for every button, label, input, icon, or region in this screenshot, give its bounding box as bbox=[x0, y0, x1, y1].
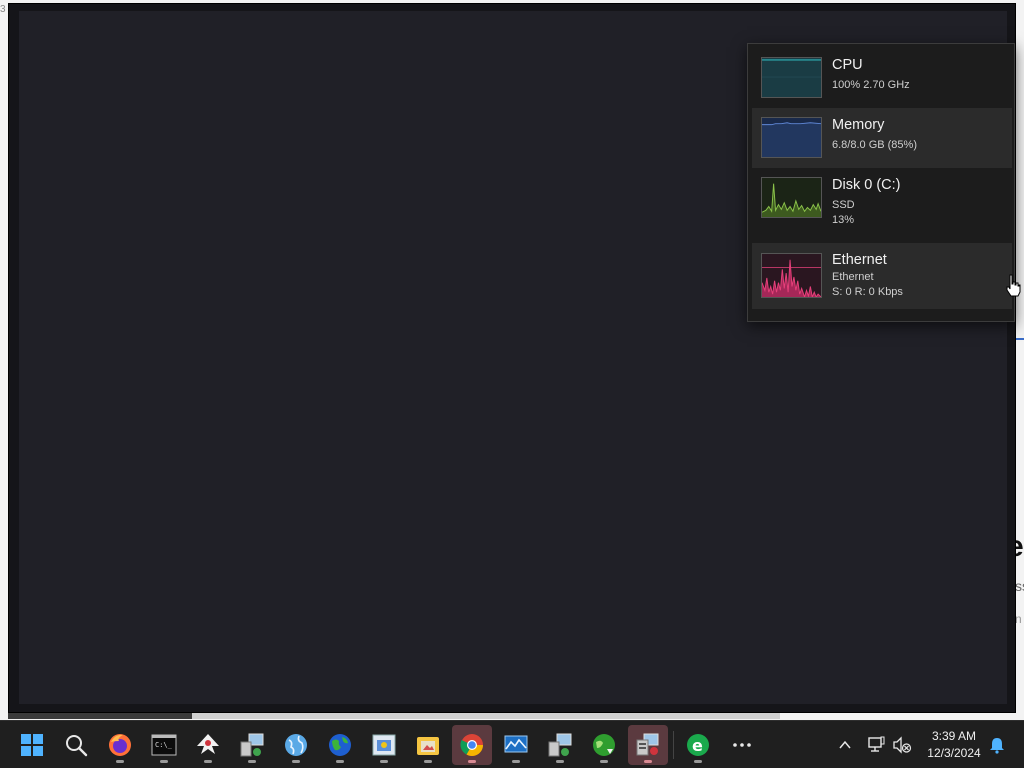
perf-item-detail: Ethernet bbox=[832, 271, 874, 283]
terminal-icon: C:\_ bbox=[151, 734, 177, 756]
running-indicator bbox=[556, 760, 564, 763]
running-indicator bbox=[292, 760, 300, 763]
start-button[interactable] bbox=[12, 725, 52, 765]
edge-legacy-icon: e bbox=[687, 734, 709, 756]
search-button[interactable] bbox=[56, 725, 96, 765]
system-clock[interactable]: 3:39 AM 12/3/2024 bbox=[918, 728, 990, 762]
start-icon bbox=[21, 734, 43, 756]
running-indicator bbox=[336, 760, 344, 763]
world-globe-icon bbox=[329, 734, 351, 756]
background-text-fragment: n bbox=[1015, 612, 1022, 626]
taskbar-app-world-globe[interactable] bbox=[320, 725, 360, 765]
network-computer-icon bbox=[548, 733, 572, 757]
perf-item-memory[interactable]: Memory 6.8/8.0 GB (85%) bbox=[752, 108, 1012, 168]
clock-date: 12/3/2024 bbox=[927, 746, 981, 760]
taskbar-app-chrome[interactable] bbox=[452, 725, 492, 765]
taskbar-app-monitor-graph[interactable] bbox=[496, 725, 536, 765]
running-indicator bbox=[248, 760, 256, 763]
taskbar-app-terminal[interactable]: C:\_ bbox=[144, 725, 184, 765]
running-indicator bbox=[694, 760, 702, 763]
perf-item-ethernet[interactable]: Ethernet Ethernet S: 0 R: 0 Kbps bbox=[752, 243, 1012, 309]
taskbar-app-firefox[interactable] bbox=[100, 725, 140, 765]
task-manager-icon bbox=[636, 733, 659, 756]
perf-item-detail: 6.8/8.0 GB (85%) bbox=[832, 139, 917, 151]
firefox-icon bbox=[109, 734, 131, 756]
memory-graph bbox=[761, 117, 822, 158]
ethernet-graph bbox=[761, 253, 822, 298]
background-accent-line bbox=[1016, 338, 1024, 340]
running-indicator bbox=[424, 760, 432, 763]
taskbar-app-task-manager[interactable] bbox=[628, 725, 668, 765]
network-status-button[interactable] bbox=[864, 733, 888, 757]
cpu-graph bbox=[761, 57, 822, 98]
hand-cursor-icon bbox=[1005, 274, 1021, 298]
taskbar-app-remote-desktop[interactable] bbox=[232, 725, 272, 765]
show-hidden-icons-button[interactable] bbox=[833, 733, 857, 757]
taskbar-separator bbox=[673, 731, 674, 759]
taskbar-app-network-computer[interactable] bbox=[540, 725, 580, 765]
taskbar-app-folder-image[interactable] bbox=[408, 725, 448, 765]
perf-item-title: Memory bbox=[832, 117, 885, 133]
taskbar-app-edge-legacy[interactable]: e bbox=[678, 725, 718, 765]
taskbar-app-globe-connect[interactable] bbox=[584, 725, 624, 765]
svg-text:e: e bbox=[692, 736, 703, 755]
volume-button[interactable] bbox=[890, 733, 914, 757]
running-indicator bbox=[204, 760, 212, 763]
chrome-icon bbox=[460, 734, 483, 756]
running-indicator bbox=[600, 760, 608, 763]
background-text: 3 bbox=[0, 4, 6, 15]
chevron-up-icon bbox=[839, 740, 851, 749]
globe-browser-icon bbox=[285, 734, 307, 756]
perf-item-cpu[interactable]: CPU 100% 2.70 GHz bbox=[752, 48, 1012, 108]
globe-connect-icon bbox=[593, 734, 615, 756]
running-indicator bbox=[512, 760, 520, 763]
speaker-muted-icon bbox=[893, 736, 912, 754]
inkscape-icon bbox=[197, 734, 219, 754]
perf-item-disk[interactable]: Disk 0 (C:) SSD 13% bbox=[752, 168, 1012, 228]
bell-icon bbox=[990, 738, 1004, 754]
running-indicator bbox=[160, 760, 168, 763]
taskbar-app-globe-browser[interactable] bbox=[276, 725, 316, 765]
running-indicator bbox=[644, 760, 652, 763]
perf-item-detail: SSD bbox=[832, 199, 855, 211]
scrollbar-thumb[interactable] bbox=[8, 713, 192, 719]
taskbar: C:\_ e 3:39 AM 12/3/2024 bbox=[0, 720, 1024, 768]
remote-desktop-icon bbox=[240, 733, 264, 757]
background-text-fragment: ss bbox=[1015, 578, 1024, 594]
network-icon bbox=[868, 736, 885, 752]
taskbar-app-image-viewer[interactable] bbox=[364, 725, 404, 765]
folder-image-icon bbox=[417, 737, 439, 755]
perf-item-throughput: S: 0 R: 0 Kbps bbox=[832, 286, 903, 298]
more-apps-icon bbox=[733, 743, 751, 747]
svg-text:C:\_: C:\_ bbox=[155, 741, 173, 749]
perf-item-title: CPU bbox=[832, 57, 863, 73]
running-indicator bbox=[468, 760, 476, 763]
performance-flyout: CPU 100% 2.70 GHz Memory 6.8/8.0 GB (85%… bbox=[747, 43, 1015, 322]
image-viewer-icon bbox=[372, 734, 396, 756]
more-apps-button[interactable] bbox=[722, 725, 762, 765]
taskbar-app-inkscape[interactable] bbox=[188, 725, 228, 765]
disk-graph bbox=[761, 177, 822, 218]
running-indicator bbox=[116, 760, 124, 763]
perf-item-detail: 100% 2.70 GHz bbox=[832, 79, 910, 91]
perf-item-usage: 13% bbox=[832, 214, 855, 226]
horizontal-scrollbar[interactable] bbox=[8, 713, 780, 719]
perf-item-title: Disk 0 (C:) bbox=[832, 177, 901, 193]
notifications-button[interactable] bbox=[985, 733, 1009, 757]
clock-time: 3:39 AM bbox=[931, 729, 977, 743]
running-indicator bbox=[380, 760, 388, 763]
search-icon bbox=[66, 735, 88, 757]
monitor-graph-icon bbox=[504, 735, 528, 753]
perf-item-title: Ethernet bbox=[832, 252, 887, 268]
